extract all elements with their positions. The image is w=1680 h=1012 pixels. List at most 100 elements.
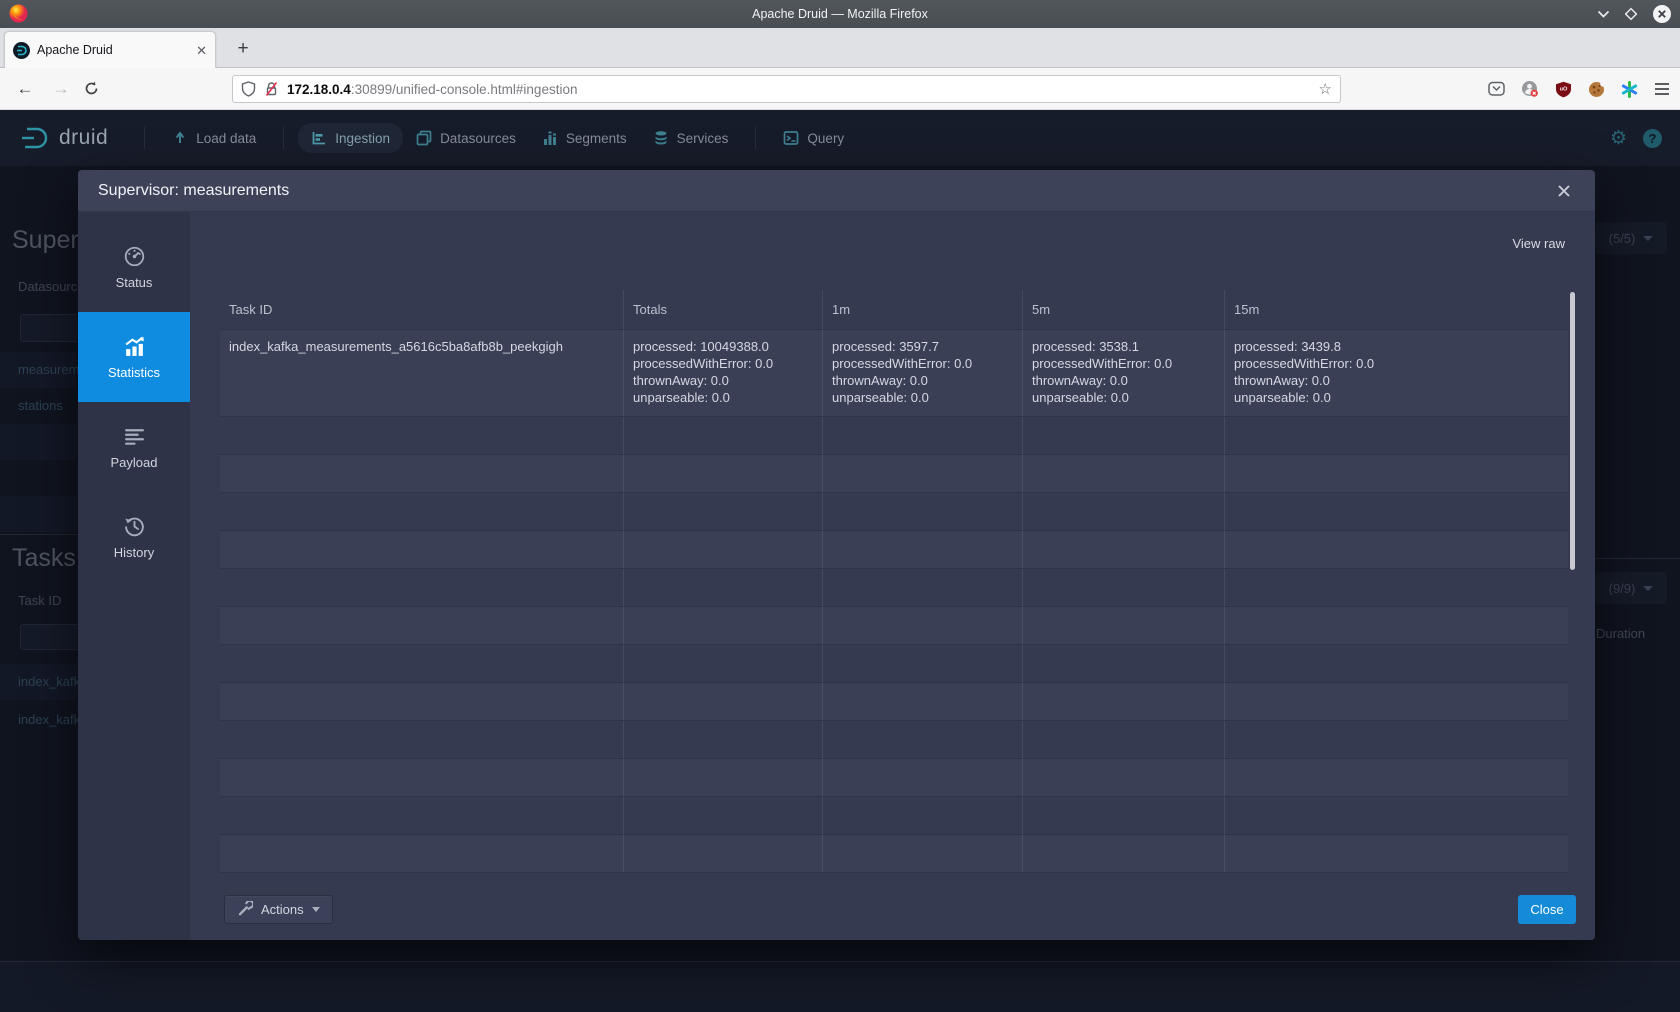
menu-hamburger-icon[interactable] bbox=[1654, 82, 1670, 96]
chevron-down-icon bbox=[312, 907, 320, 912]
table-empty-row bbox=[220, 455, 1568, 493]
duration-column-header: Duration bbox=[1596, 626, 1645, 641]
nav-item-query[interactable]: Query bbox=[770, 123, 857, 153]
task-row[interactable]: index_kafka_measu bbox=[18, 674, 78, 689]
tab-payload-label: Payload bbox=[111, 455, 158, 470]
window-title: Apache Druid — Mozilla Firefox bbox=[0, 7, 1680, 21]
table-empty-row bbox=[220, 721, 1568, 759]
datasources-icon bbox=[416, 130, 432, 146]
table-empty-row bbox=[220, 531, 1568, 569]
cookie-icon[interactable] bbox=[1588, 81, 1605, 98]
table-empty-row bbox=[220, 607, 1568, 645]
supervisor-dialog: Supervisor: measurements Status bbox=[78, 170, 1595, 940]
chart-icon bbox=[123, 335, 146, 358]
insecure-lock-icon[interactable] bbox=[264, 81, 279, 97]
table-empty-row bbox=[220, 683, 1568, 721]
column-task-id[interactable]: Task ID bbox=[220, 290, 623, 329]
nav-item-segments[interactable]: Segments bbox=[529, 123, 640, 153]
chevron-down-icon bbox=[1643, 586, 1653, 591]
supervisor-filter-input[interactable] bbox=[20, 314, 78, 342]
close-window-icon[interactable] bbox=[1652, 4, 1672, 24]
druid-navbar: druid Load data Ingestion Datasou bbox=[0, 110, 1680, 166]
tab-payload[interactable]: Payload bbox=[78, 402, 190, 492]
bookmark-star-icon[interactable]: ☆ bbox=[1319, 80, 1332, 98]
forward-icon[interactable]: → bbox=[48, 79, 74, 99]
shield-icon[interactable] bbox=[241, 81, 256, 97]
druid-logo[interactable]: druid bbox=[20, 125, 108, 151]
stats-table-empty-rows bbox=[220, 417, 1568, 873]
screen: Apache Druid — Mozilla Firefox Apac bbox=[0, 0, 1680, 1012]
five-minute-cell: processed: 3538.1 processedWithError: 0.… bbox=[1022, 330, 1224, 416]
datasource-column-header: Datasource bbox=[18, 279, 78, 294]
table-empty-row bbox=[220, 645, 1568, 683]
nav-item-load-data[interactable]: Load data bbox=[159, 123, 269, 153]
new-tab-button[interactable]: + bbox=[230, 36, 256, 62]
dialog-footer: Actions Close bbox=[224, 894, 1576, 924]
tab-history[interactable]: History bbox=[78, 492, 190, 582]
extension-asterisk-icon[interactable] bbox=[1621, 81, 1638, 98]
browser-tab[interactable]: Apache Druid ✕ bbox=[4, 31, 216, 68]
one-minute-cell: processed: 3597.7 processedWithError: 0.… bbox=[822, 330, 1022, 416]
chevron-down-icon bbox=[1643, 236, 1653, 241]
table-scrollbar[interactable] bbox=[1570, 292, 1575, 570]
nav-separator bbox=[755, 127, 756, 149]
background-right-fragments: (5/5) (9/9) Duration bbox=[1594, 166, 1680, 1012]
firefox-icon bbox=[9, 4, 28, 23]
nav-item-ingestion[interactable]: Ingestion bbox=[298, 123, 403, 153]
tab-close-icon[interactable]: ✕ bbox=[196, 44, 207, 57]
supervisors-count-dropdown[interactable]: (5/5) bbox=[1595, 222, 1667, 254]
align-left-icon bbox=[123, 425, 146, 448]
segments-icon bbox=[542, 130, 558, 146]
column-15m[interactable]: 15m bbox=[1224, 290, 1568, 329]
history-icon bbox=[123, 515, 146, 538]
tab-status[interactable]: Status bbox=[78, 222, 190, 312]
tasks-count-dropdown[interactable]: (9/9) bbox=[1595, 572, 1667, 604]
background-supervisors-panel: Supervisors Datasource measurements stat… bbox=[0, 166, 78, 1012]
task-filter-input[interactable] bbox=[20, 624, 78, 650]
nav-item-datasources[interactable]: Datasources bbox=[403, 123, 529, 153]
back-icon[interactable]: ← bbox=[12, 79, 38, 99]
reload-icon[interactable] bbox=[84, 81, 110, 96]
tab-bar: Apache Druid ✕ + bbox=[0, 28, 1680, 68]
url-text[interactable]: 172.18.0.4:30899/unified-console.html#in… bbox=[287, 82, 1311, 97]
browser-toolbar: ← → 172.18.0.4:30899/unified-console.htm… bbox=[0, 68, 1680, 110]
pocket-icon[interactable] bbox=[1488, 81, 1505, 97]
nav-separator bbox=[283, 127, 284, 149]
view-raw-link[interactable]: View raw bbox=[1512, 236, 1565, 251]
account-containers-icon[interactable] bbox=[1521, 80, 1539, 98]
task-id-column-header: Task ID bbox=[18, 593, 61, 608]
totals-cell: processed: 10049388.0 processedWithError… bbox=[623, 330, 822, 416]
query-icon bbox=[783, 130, 799, 146]
svg-text:uO: uO bbox=[1560, 86, 1568, 92]
tab-status-label: Status bbox=[116, 275, 153, 290]
background-bottom-band bbox=[0, 961, 1680, 1012]
tab-favicon-druid bbox=[13, 42, 30, 59]
task-row[interactable]: index_kafka_stati bbox=[18, 712, 78, 727]
maximize-icon[interactable] bbox=[1624, 7, 1638, 21]
services-icon bbox=[653, 130, 669, 146]
close-button[interactable]: Close bbox=[1518, 895, 1576, 924]
actions-button-label: Actions bbox=[261, 902, 304, 917]
column-5m[interactable]: 5m bbox=[1022, 290, 1224, 329]
column-totals[interactable]: Totals bbox=[623, 290, 822, 329]
table-empty-row bbox=[220, 835, 1568, 873]
help-icon[interactable]: ? bbox=[1643, 129, 1662, 148]
load-data-icon bbox=[172, 130, 188, 146]
dialog-close-icon[interactable] bbox=[1553, 180, 1575, 202]
minimize-icon[interactable] bbox=[1597, 10, 1610, 18]
supervisor-row-stations[interactable]: stations bbox=[18, 398, 63, 413]
table-empty-row bbox=[220, 417, 1568, 455]
tab-statistics[interactable]: Statistics bbox=[78, 312, 190, 402]
statistics-table: Task ID Totals 1m 5m 15m index_kafka_mea… bbox=[220, 290, 1568, 873]
ublock-origin-icon[interactable]: uO bbox=[1555, 81, 1572, 98]
settings-gear-icon[interactable]: ⚙ bbox=[1610, 127, 1627, 150]
window-titlebar: Apache Druid — Mozilla Firefox bbox=[0, 0, 1680, 28]
column-1m[interactable]: 1m bbox=[822, 290, 1022, 329]
actions-button[interactable]: Actions bbox=[224, 895, 333, 924]
url-bar[interactable]: 172.18.0.4:30899/unified-console.html#in… bbox=[232, 75, 1341, 103]
table-empty-row bbox=[220, 569, 1568, 607]
gauge-icon bbox=[123, 245, 146, 268]
nav-item-services[interactable]: Services bbox=[640, 123, 742, 153]
table-row[interactable]: index_kafka_measurements_a5616c5ba8afb8b… bbox=[220, 330, 1568, 417]
supervisor-row-measurements[interactable]: measurements bbox=[18, 362, 78, 377]
